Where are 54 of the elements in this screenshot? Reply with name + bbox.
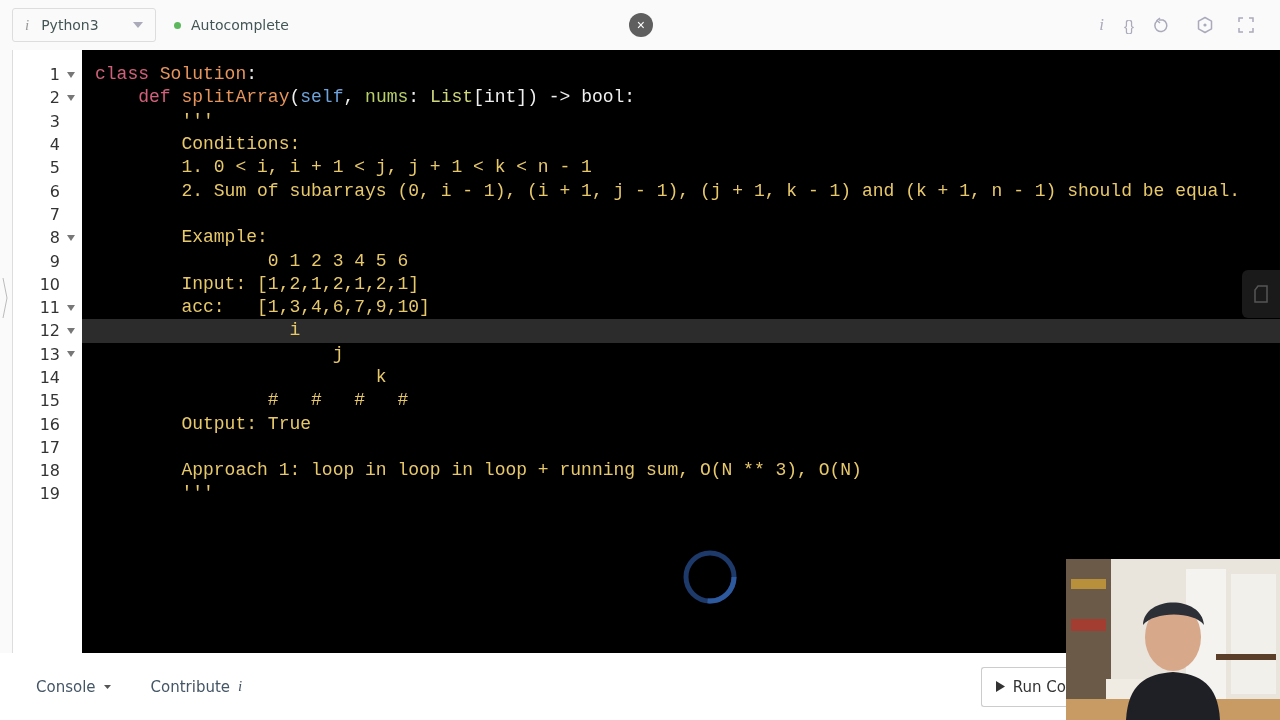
contribute-button[interactable]: Contribute i: [138, 673, 255, 700]
copy-icon: [1254, 285, 1268, 303]
line-number: 1: [48, 65, 60, 85]
run-code-button[interactable]: Run Co: [980, 666, 1066, 707]
line-number: 3: [48, 111, 60, 131]
line-number: 2: [48, 88, 60, 108]
play-icon: [995, 681, 1005, 692]
fold-caret-icon[interactable]: [67, 351, 75, 358]
code-line: def splitArray(self, nums: List[int]) -> bool:: [137, 86, 636, 110]
line-number: 8: [48, 228, 60, 248]
line-number: 6: [48, 181, 60, 201]
code-line: 2. Sum of subarrays (0, i - 1), (i + 1, j - 1), (j + 1, k - 1) and (k + 1, n - 1) should be equal.: [180, 179, 1240, 203]
code-line: class Solution:: [95, 63, 258, 87]
line-number: 14: [38, 368, 60, 387]
loading-spinner-icon: [682, 549, 738, 605]
line-number: 12: [38, 321, 60, 341]
line-number: 15: [38, 391, 60, 411]
line-number: 13: [38, 344, 60, 364]
language-dropdown[interactable]: i Python3: [12, 8, 156, 42]
line-number: 19: [38, 484, 60, 504]
line-number: 9: [48, 251, 60, 271]
close-button[interactable]: ×: [628, 13, 653, 37]
code-line: k: [374, 366, 387, 389]
line-number: 16: [38, 414, 60, 434]
code-line: Example:: [180, 226, 268, 250]
code-line: ''': [180, 109, 214, 133]
caret-icon: [133, 22, 143, 28]
line-number: 18: [38, 461, 60, 481]
fold-caret-icon[interactable]: [67, 304, 75, 311]
code-line: acc: [1,3,4,6,7,9,10]: [180, 296, 430, 320]
line-number: 17: [38, 437, 60, 457]
line-number: 4: [48, 135, 60, 155]
autocomplete-toggle[interactable]: Autocomplete: [174, 17, 289, 33]
code-line: 0 1 2 3 4 5 6: [266, 249, 409, 273]
code-line: j: [331, 342, 344, 366]
code-line: # # # #: [266, 389, 409, 413]
code-line: ''': [180, 482, 214, 506]
code-line: Approach 1: loop in loop in loop + running sum, O(N ** 3), O(N): [180, 459, 862, 483]
code-line: Output: True: [180, 412, 312, 436]
line-number: 7: [48, 204, 60, 224]
line-number: 10: [38, 274, 60, 294]
console-button[interactable]: Console: [24, 673, 123, 700]
code-line: i: [288, 319, 301, 343]
fold-caret-icon[interactable]: [67, 94, 75, 101]
line-number: 5: [48, 158, 60, 178]
code-line: 1. 0 < i, i + 1 < j, j + 1 < k < n - 1: [180, 156, 592, 180]
line-number: 11: [38, 298, 60, 318]
caret-icon: [103, 684, 111, 689]
fold-caret-icon[interactable]: [67, 234, 75, 241]
code-line: Input: [1,2,1,2,1,2,1]: [180, 272, 420, 296]
code-line: Conditions:: [180, 133, 301, 157]
fold-caret-icon[interactable]: [67, 327, 75, 334]
resize-handle-icon[interactable]: [2, 278, 8, 318]
fold-caret-icon[interactable]: [67, 71, 75, 78]
